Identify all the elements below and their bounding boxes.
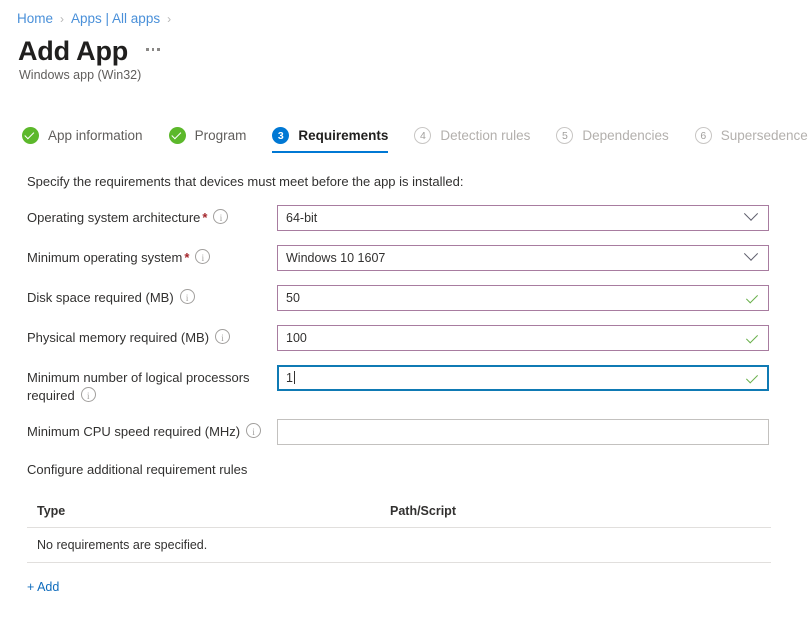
tab-detection-rules[interactable]: 4 Detection rules [414, 127, 530, 153]
column-header-path-script: Path/Script [390, 504, 456, 518]
active-tab-indicator [272, 151, 389, 153]
input-value: 50 [286, 291, 300, 305]
dot [151, 48, 155, 51]
field-disk-space-required: Disk space required (MB) 50 [27, 285, 787, 311]
breadcrumb-item-home[interactable]: Home [17, 10, 53, 28]
required-indicator: * [184, 250, 190, 265]
field-label: Minimum CPU speed required (MHz) [27, 419, 277, 441]
field-minimum-operating-system: Minimum operating system* Windows 10 160… [27, 245, 787, 271]
label-text: Operating system architecture [27, 210, 201, 225]
page-title: Add App [18, 36, 129, 66]
tab-supersedence[interactable]: 6 Supersedence [694, 127, 808, 153]
selected-value: 64-bit [286, 211, 318, 225]
step-number-badge: 5 [556, 127, 574, 144]
field-operating-system-architecture: Operating system architecture* 64-bit [27, 205, 787, 231]
field-minimum-cpu-speed: Minimum CPU speed required (MHz) [27, 419, 787, 445]
tab-app-information[interactable]: App information [22, 127, 143, 153]
minimum-os-dropdown[interactable]: Windows 10 1607 [277, 245, 769, 271]
empty-state-message: No requirements are specified. [37, 538, 208, 552]
label-text: Minimum number of logical processors req… [27, 370, 250, 403]
breadcrumb-separator-icon: › [167, 12, 172, 26]
dot [157, 48, 160, 51]
info-icon[interactable] [215, 329, 231, 347]
field-label: Physical memory required (MB) [27, 325, 277, 347]
tab-label: Dependencies [582, 128, 669, 143]
tab-label: Detection rules [440, 128, 531, 143]
column-header-type: Type [37, 504, 66, 518]
breadcrumb-separator-icon: › [60, 12, 65, 26]
field-label: Operating system architecture * [27, 205, 277, 227]
input-value: 100 [286, 331, 307, 345]
tab-requirements[interactable]: 3 Requirements [272, 127, 389, 153]
label-text: Physical memory required (MB) [27, 330, 210, 345]
label-text: Disk space required (MB) [27, 290, 174, 305]
more-options-icon[interactable] [146, 48, 160, 51]
label-text: Minimum operating system [27, 250, 183, 265]
page-subtitle: Windows app (Win32) [19, 68, 142, 82]
field-label: Minimum number of logical processors req… [27, 365, 277, 405]
tab-label: Requirements [298, 128, 389, 143]
additional-rules-label: Configure additional requirement rules [27, 462, 248, 477]
chevron-down-icon [743, 246, 759, 261]
requirement-rules-table: Type Path/Script No requirements are spe… [27, 498, 771, 563]
text-cursor [293, 371, 295, 384]
label-text: Minimum CPU speed required (MHz) [27, 424, 241, 439]
tab-program[interactable]: Program [168, 127, 247, 153]
tab-dependencies[interactable]: 5 Dependencies [556, 127, 669, 153]
selected-value: Windows 10 1607 [286, 251, 386, 265]
check-circle-icon [168, 127, 186, 144]
os-architecture-dropdown[interactable]: 64-bit [277, 205, 769, 231]
field-minimum-logical-processors: Minimum number of logical processors req… [27, 365, 787, 405]
step-number-badge: 6 [694, 127, 712, 144]
intro-text: Specify the requirements that devices mu… [27, 174, 464, 189]
breadcrumb: Home › Apps | All apps › [17, 10, 178, 28]
info-icon[interactable] [213, 209, 229, 227]
check-circle-icon [22, 127, 39, 144]
minimum-logical-processors-input[interactable]: 1 [277, 365, 769, 391]
page-header: Add App [18, 34, 160, 68]
info-icon[interactable] [195, 249, 211, 267]
field-physical-memory-required: Physical memory required (MB) 100 [27, 325, 787, 351]
table-row: No requirements are specified. [27, 528, 771, 563]
disk-space-input[interactable]: 50 [277, 285, 769, 311]
table-header-row: Type Path/Script [27, 498, 771, 528]
field-label: Minimum operating system * [27, 245, 277, 267]
minimum-cpu-speed-input[interactable] [277, 419, 769, 445]
tab-label: Supersedence [720, 128, 808, 143]
requirements-form: Operating system architecture* 64-bit Mi… [27, 205, 787, 459]
tab-label: App information [48, 128, 143, 143]
info-icon[interactable] [246, 423, 262, 441]
required-indicator: * [202, 210, 208, 225]
dot [146, 48, 149, 51]
tab-label: Program [194, 128, 247, 143]
wizard-tabs: App information Program 3 Requirements 4… [22, 127, 810, 153]
add-requirement-rule-button[interactable]: + Add [27, 580, 59, 594]
input-value: 1 [286, 371, 293, 385]
chevron-down-icon [743, 206, 759, 221]
step-number-badge: 4 [414, 127, 432, 144]
physical-memory-input[interactable]: 100 [277, 325, 769, 351]
info-icon[interactable] [80, 387, 96, 405]
field-label: Disk space required (MB) [27, 285, 277, 307]
breadcrumb-item-apps-all-apps[interactable]: Apps | All apps [71, 10, 160, 28]
step-number-badge: 3 [272, 127, 290, 144]
info-icon[interactable] [179, 289, 195, 307]
